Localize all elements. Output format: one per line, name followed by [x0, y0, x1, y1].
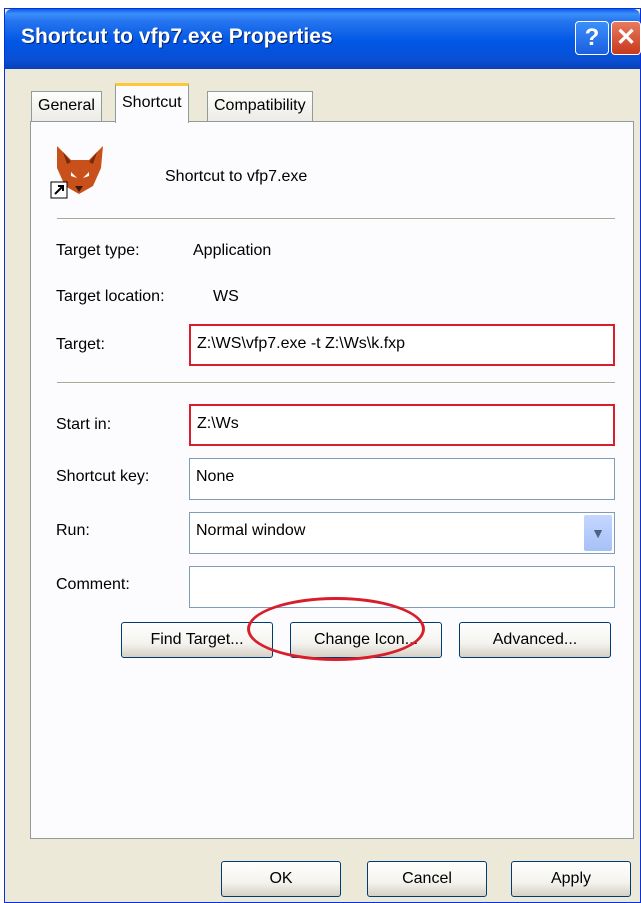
tab-shortcut[interactable]: Shortcut	[115, 83, 189, 123]
close-button[interactable]: ✕	[611, 21, 641, 55]
target-location-value: WS	[213, 288, 239, 305]
target-location-label: Target location:	[56, 288, 165, 305]
tab-general[interactable]: General	[31, 91, 102, 121]
properties-dialog: Shortcut to vfp7.exe Properties ? ✕ Gene…	[4, 8, 641, 903]
cancel-button[interactable]: Cancel	[367, 861, 487, 897]
help-button[interactable]: ?	[575, 21, 609, 55]
run-label: Run:	[56, 522, 90, 539]
tab-compatibility[interactable]: Compatibility	[207, 91, 313, 121]
target-field[interactable]: Z:\WS\vfp7.exe -t Z:\Ws\k.fxp	[189, 324, 615, 366]
highlight-circle	[247, 597, 425, 661]
apply-button[interactable]: Apply	[511, 861, 631, 897]
start-in-label: Start in:	[56, 416, 112, 433]
shortcut-key-label: Shortcut key:	[56, 468, 150, 485]
comment-label: Comment:	[56, 576, 130, 593]
divider	[57, 218, 615, 220]
advanced-button[interactable]: Advanced...	[459, 622, 611, 658]
target-label: Target:	[56, 336, 105, 353]
chevron-down-icon[interactable]: ▼	[584, 515, 612, 551]
shortcut-panel: Shortcut to vfp7.exe Target type: Applic…	[30, 121, 634, 839]
run-select[interactable]: Normal window ▼	[189, 512, 615, 554]
title-bar[interactable]: Shortcut to vfp7.exe Properties ? ✕	[5, 9, 641, 69]
window-title: Shortcut to vfp7.exe Properties	[21, 25, 333, 48]
target-type-label: Target type:	[56, 242, 140, 259]
comment-field[interactable]	[189, 566, 615, 608]
shortcut-key-field[interactable]: None	[189, 458, 615, 500]
start-in-field[interactable]: Z:\Ws	[189, 404, 615, 446]
ok-button[interactable]: OK	[221, 861, 341, 897]
target-type-value: Application	[193, 242, 272, 259]
shortcut-name: Shortcut to vfp7.exe	[165, 168, 308, 185]
run-select-value: Normal window	[196, 522, 306, 539]
fox-application-icon	[50, 146, 103, 199]
divider	[57, 382, 615, 384]
